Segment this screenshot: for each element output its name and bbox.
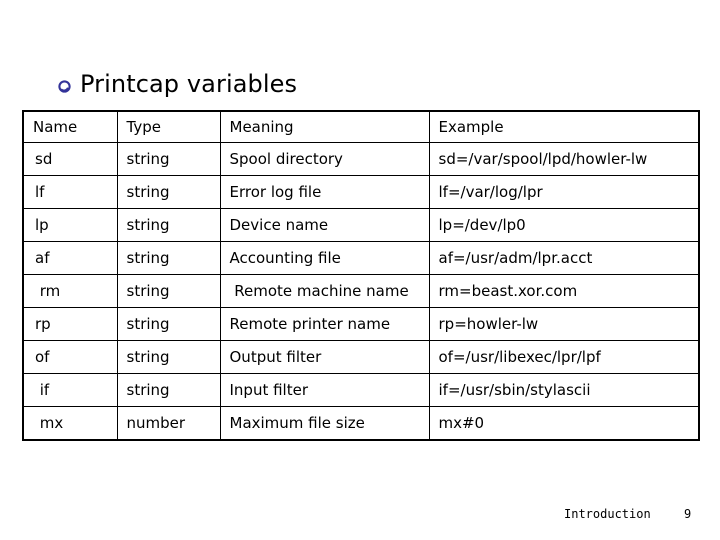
cell-name: sd [24, 142, 118, 176]
cell-name: lp [24, 208, 118, 242]
slide-footer: Introduction 9 [0, 506, 720, 528]
cell-example: af=/usr/adm/lpr.acct [428, 241, 698, 275]
cell-meaning: Maximum file size [219, 406, 430, 439]
table-header-row: Name Type Meaning Example [24, 112, 698, 143]
cell-meaning: Accounting file [219, 241, 430, 275]
cell-example: sd=/var/spool/lpd/howler-lw [428, 142, 698, 176]
table-header: Name Type Meaning Example [24, 112, 698, 143]
cell-type: string [116, 274, 221, 308]
cell-example: mx#0 [428, 406, 698, 439]
cell-meaning: Device name [219, 208, 430, 242]
cell-type: string [116, 208, 221, 242]
cell-type: string [116, 307, 221, 341]
cell-name: if [24, 373, 118, 407]
cell-type: string [116, 175, 221, 209]
cell-example: if=/usr/sbin/stylascii [428, 373, 698, 407]
table-row: af string Accounting file af=/usr/adm/lp… [24, 241, 698, 275]
table-row: lp string Device name lp=/dev/lp0 [24, 208, 698, 242]
table-row: lf string Error log file lf=/var/log/lpr [24, 175, 698, 209]
page-title: Printcap variables [80, 70, 298, 98]
cell-name: rp [24, 307, 118, 341]
table-row: mx number Maximum file size mx#0 [24, 406, 698, 439]
cell-type: string [116, 142, 221, 176]
cell-example: rp=howler-lw [428, 307, 698, 341]
cell-name: of [24, 340, 118, 374]
footer-section-label: Introduction [564, 507, 651, 521]
cell-type: string [116, 241, 221, 275]
cell-meaning: Spool directory [219, 142, 430, 176]
cell-name: af [24, 241, 118, 275]
table-row: rp string Remote printer name rp=howler-… [24, 307, 698, 341]
cell-type: string [116, 340, 221, 374]
cell-example: rm=beast.xor.com [428, 274, 698, 308]
cell-name: rm [24, 274, 118, 308]
table-row: of string Output filter of=/usr/libexec/… [24, 340, 698, 374]
cell-meaning: Error log file [219, 175, 430, 209]
footer-page-number: 9 [684, 507, 692, 521]
table-row: if string Input filter if=/usr/sbin/styl… [24, 373, 698, 407]
table-row: rm string Remote machine name rm=beast.x… [24, 274, 698, 308]
cell-type: string [116, 373, 221, 407]
cell-meaning: Output filter [219, 340, 430, 374]
printcap-table-container: Name Type Meaning Example sd string Spoo… [22, 110, 700, 441]
cell-meaning: Remote printer name [219, 307, 430, 341]
column-header-meaning: Meaning [219, 112, 430, 143]
cell-example: lf=/var/log/lpr [428, 175, 698, 209]
printcap-variables-table: Name Type Meaning Example sd string Spoo… [24, 112, 698, 439]
cell-meaning: Remote machine name [219, 274, 430, 308]
table-body: sd string Spool directory sd=/var/spool/… [24, 142, 698, 439]
slide-title-row: Printcap variables [58, 68, 297, 100]
ring-bullet-icon [58, 79, 71, 93]
column-header-type: Type [116, 112, 221, 143]
cell-type: number [116, 406, 221, 439]
cell-name: lf [24, 175, 118, 209]
cell-example: lp=/dev/lp0 [428, 208, 698, 242]
cell-name: mx [24, 406, 118, 439]
cell-example: of=/usr/libexec/lpr/lpf [428, 340, 698, 374]
slide-canvas: Printcap variables Name Type Meaning Exa… [0, 0, 720, 540]
cell-meaning: Input filter [219, 373, 430, 407]
table-row: sd string Spool directory sd=/var/spool/… [24, 142, 698, 176]
column-header-name: Name [24, 112, 118, 143]
column-header-example: Example [428, 112, 698, 143]
